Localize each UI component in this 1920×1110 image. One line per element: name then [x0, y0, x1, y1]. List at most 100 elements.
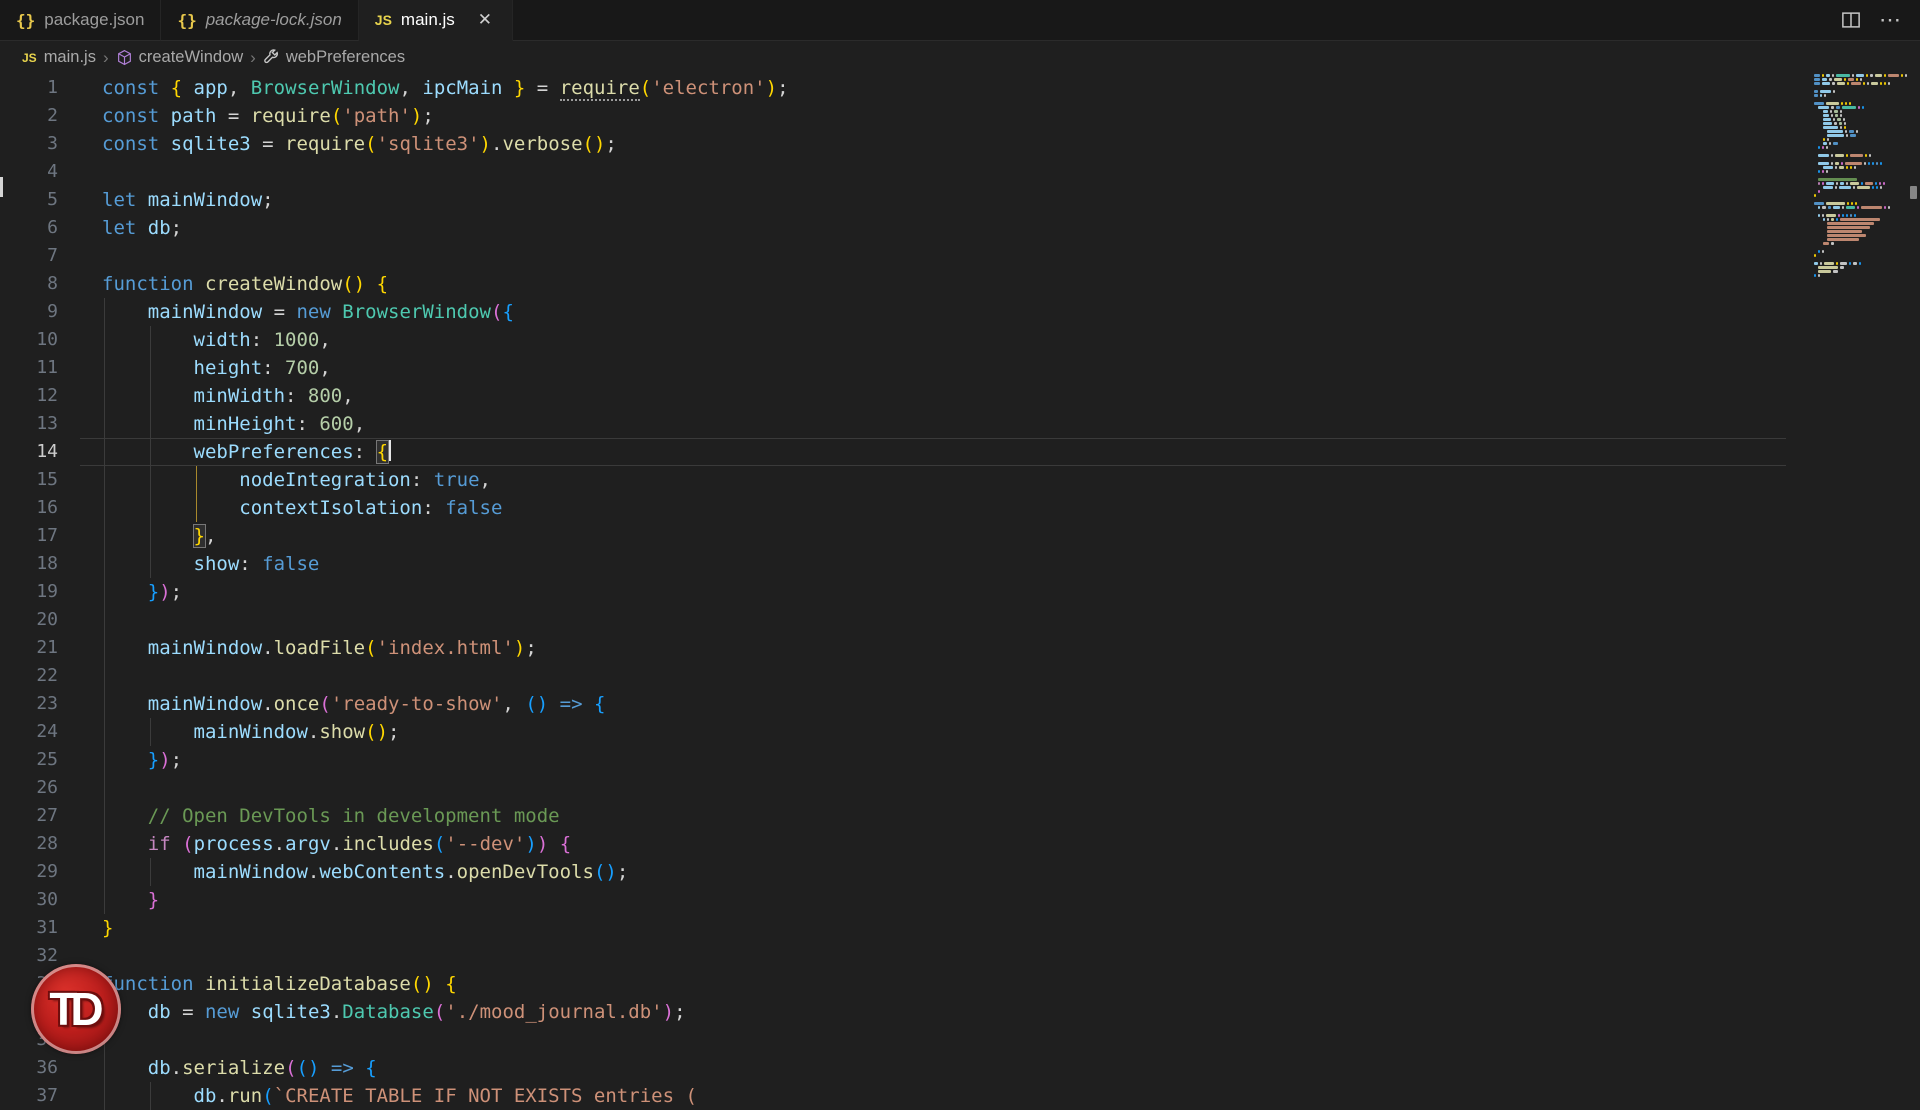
token: mainWindow	[194, 721, 308, 743]
code-text: minWidth: 800,	[102, 382, 354, 410]
code-line-32[interactable]: 32	[0, 942, 1920, 970]
token: const	[102, 77, 171, 99]
code-line-20[interactable]: 20	[0, 606, 1920, 634]
code-line-18[interactable]: 18 show: false	[0, 550, 1920, 578]
minimap-line	[1823, 186, 1883, 189]
code-line-7[interactable]: 7	[0, 242, 1920, 270]
code-line-2[interactable]: 2const path = require('path');	[0, 102, 1920, 130]
minimap-line	[1818, 182, 1884, 185]
minimap-line	[1814, 194, 1816, 197]
token: ;	[171, 749, 182, 771]
code-line-8[interactable]: 8function createWindow() {	[0, 270, 1920, 298]
token	[365, 273, 376, 295]
code-line-26[interactable]: 26	[0, 774, 1920, 802]
token: ;	[262, 189, 273, 211]
code-line-11[interactable]: 11 height: 700,	[0, 354, 1920, 382]
code-line-22[interactable]: 22	[0, 662, 1920, 690]
code-line-37[interactable]: 37 db.run(`CREATE TABLE IF NOT EXISTS en…	[0, 1082, 1920, 1110]
token	[502, 77, 513, 99]
code-line-30[interactable]: 30 }	[0, 886, 1920, 914]
code-line-5[interactable]: 5let mainWindow;	[0, 186, 1920, 214]
code-line-35[interactable]: 35	[0, 1026, 1920, 1054]
code-line-10[interactable]: 10 width: 1000,	[0, 326, 1920, 354]
tab-main-js[interactable]: JS main.js ✕	[359, 0, 513, 41]
line-number: 28	[0, 830, 58, 858]
line-number: 30	[0, 886, 58, 914]
code-line-12[interactable]: 12 minWidth: 800,	[0, 382, 1920, 410]
code-line-36[interactable]: 36 db.serialize(() => {	[0, 1054, 1920, 1082]
code-line-19[interactable]: 19 });	[0, 578, 1920, 606]
line-number: 8	[0, 270, 58, 298]
minimap-line	[1818, 266, 1844, 269]
minimap[interactable]	[1814, 74, 1906, 1054]
code-line-6[interactable]: 6let db;	[0, 214, 1920, 242]
minimap-line	[1818, 214, 1856, 217]
breadcrumb-symbol-createwindow[interactable]: createWindow	[116, 48, 244, 67]
token: false	[445, 497, 502, 519]
code-line-9[interactable]: 9 mainWindow = new BrowserWindow({	[0, 298, 1920, 326]
code-line-25[interactable]: 25 });	[0, 746, 1920, 774]
minimap-line	[1814, 74, 1907, 77]
token: }	[102, 917, 113, 939]
line-number: 32	[0, 942, 58, 970]
token: :	[251, 329, 274, 351]
code-text: if (process.argv.includes('--dev')) {	[102, 830, 571, 858]
token	[331, 301, 342, 323]
minimap-line	[1827, 238, 1859, 241]
code-editor[interactable]: 1const { app, BrowserWindow, ipcMain } =…	[0, 74, 1920, 1080]
token: if	[148, 833, 171, 855]
code-line-17[interactable]: 17 },	[0, 522, 1920, 550]
code-line-23[interactable]: 23 mainWindow.once('ready-to-show', () =…	[0, 690, 1920, 718]
tab-package-lock-json[interactable]: {} package-lock.json	[161, 0, 358, 41]
code-text: });	[102, 578, 182, 606]
code-line-28[interactable]: 28 if (process.argv.includes('--dev')) {	[0, 830, 1920, 858]
tab-package-json[interactable]: {} package.json	[0, 0, 161, 41]
minimap-line	[1814, 82, 1890, 85]
code-text: mainWindow.webContents.openDevTools();	[102, 858, 628, 886]
token: )	[159, 581, 170, 603]
token: new	[205, 1001, 239, 1023]
token: initializeDatabase	[205, 973, 411, 995]
token: {	[502, 301, 513, 323]
token: verbose	[502, 133, 582, 155]
token: mainWindow	[148, 637, 262, 659]
code-line-13[interactable]: 13 minHeight: 600,	[0, 410, 1920, 438]
token	[354, 1057, 365, 1079]
minimap-line	[1827, 234, 1866, 237]
close-tab-icon[interactable]: ✕	[474, 9, 496, 31]
code-line-29[interactable]: 29 mainWindow.webContents.openDevTools()…	[0, 858, 1920, 886]
token: ;	[525, 637, 536, 659]
editor-tab-bar: {} package.json {} package-lock.json JS …	[0, 0, 1920, 41]
minimap-line	[1814, 254, 1816, 257]
js-file-icon: JS	[375, 12, 392, 28]
code-line-1[interactable]: 1const { app, BrowserWindow, ipcMain } =…	[0, 74, 1920, 102]
token: }	[514, 77, 525, 99]
code-line-24[interactable]: 24 mainWindow.show();	[0, 718, 1920, 746]
line-number: 10	[0, 326, 58, 354]
token: let	[102, 217, 148, 239]
code-text: });	[102, 746, 182, 774]
line-number: 9	[0, 298, 58, 326]
code-line-14[interactable]: 14 webPreferences: {	[0, 438, 1920, 466]
token: )	[594, 133, 605, 155]
line-number: 13	[0, 410, 58, 438]
token: (	[365, 133, 376, 155]
code-line-34[interactable]: 34 db = new sqlite3.Database('./mood_jou…	[0, 998, 1920, 1026]
code-line-15[interactable]: 15 nodeIntegration: true,	[0, 466, 1920, 494]
code-line-16[interactable]: 16 contextIsolation: false	[0, 494, 1920, 522]
minimap-line	[1823, 110, 1843, 113]
token: .	[262, 637, 273, 659]
code-line-31[interactable]: 31}	[0, 914, 1920, 942]
code-line-33[interactable]: 33function initializeDatabase() {	[0, 970, 1920, 998]
breadcrumb-file[interactable]: main.js	[44, 48, 96, 67]
code-line-3[interactable]: 3const sqlite3 = require('sqlite3').verb…	[0, 130, 1920, 158]
code-line-27[interactable]: 27 // Open DevTools in development mode	[0, 802, 1920, 830]
more-actions-icon[interactable]: ⋯	[1879, 15, 1902, 25]
token: )	[537, 693, 548, 715]
token: .	[308, 861, 319, 883]
code-text: show: false	[102, 550, 319, 578]
breadcrumb-symbol-webpreferences[interactable]: webPreferences	[263, 48, 405, 67]
code-line-4[interactable]: 4	[0, 158, 1920, 186]
split-editor-icon[interactable]	[1841, 10, 1861, 30]
code-line-21[interactable]: 21 mainWindow.loadFile('index.html');	[0, 634, 1920, 662]
